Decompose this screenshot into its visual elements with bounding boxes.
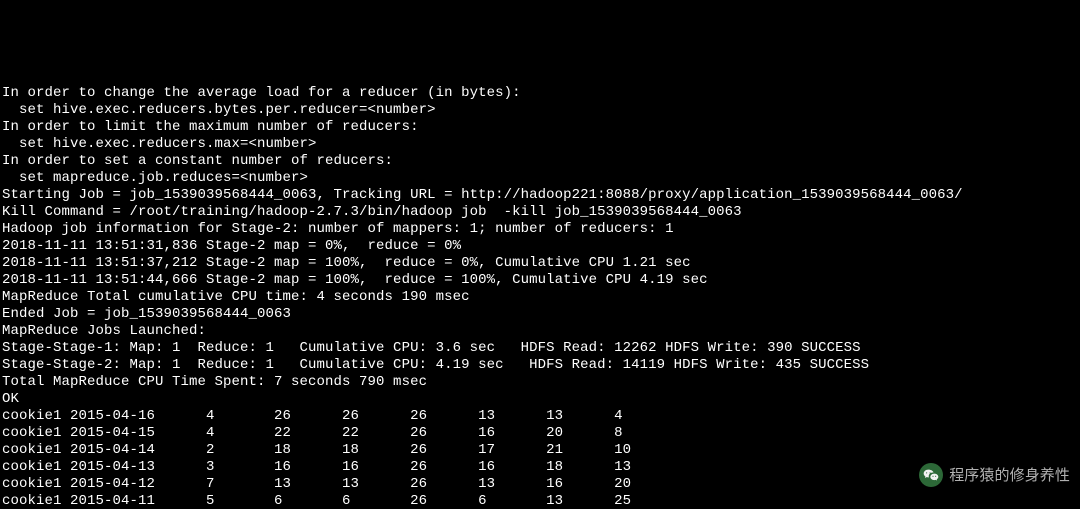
output-line: MapReduce Total cumulative CPU time: 4 s… — [2, 289, 470, 305]
output-line: In order to limit the maximum number of … — [2, 119, 419, 135]
output-line: Starting Job = job_1539039568444_0063, T… — [2, 187, 963, 203]
output-line: In order to change the average load for … — [2, 85, 521, 101]
output-line: MapReduce Jobs Launched: — [2, 323, 206, 339]
output-line: In order to set a constant number of red… — [2, 153, 393, 169]
output-line: Total MapReduce CPU Time Spent: 7 second… — [2, 374, 427, 390]
watermark-text: 程序猿的修身养性 — [949, 467, 1070, 484]
output-line: 2018-11-11 13:51:44,666 Stage-2 map = 10… — [2, 272, 708, 288]
result-row: cookie1 2015-04-14 2 18 18 26 17 21 10 — [2, 442, 631, 458]
output-line: Stage-Stage-1: Map: 1 Reduce: 1 Cumulati… — [2, 340, 861, 356]
output-line: 2018-11-11 13:51:37,212 Stage-2 map = 10… — [2, 255, 691, 271]
output-line: set hive.exec.reducers.bytes.per.reducer… — [2, 102, 436, 118]
output-line: OK — [2, 391, 19, 407]
result-row: cookie1 2015-04-15 4 22 22 26 16 20 8 — [2, 425, 623, 441]
output-line: Hadoop job information for Stage-2: numb… — [2, 221, 674, 237]
watermark: 程序猿的修身养性 — [919, 463, 1070, 487]
output-line: Stage-Stage-2: Map: 1 Reduce: 1 Cumulati… — [2, 357, 869, 373]
result-row: cookie1 2015-04-13 3 16 16 26 16 18 13 — [2, 459, 631, 475]
result-row: cookie1 2015-04-11 5 6 6 26 6 13 25 — [2, 493, 631, 509]
terminal-output[interactable]: In order to change the average load for … — [0, 68, 1080, 509]
output-line: Kill Command = /root/training/hadoop-2.7… — [2, 204, 742, 220]
output-line: set hive.exec.reducers.max=<number> — [2, 136, 317, 152]
output-line: Ended Job = job_1539039568444_0063 — [2, 306, 291, 322]
output-line: set mapreduce.job.reduces=<number> — [2, 170, 308, 186]
result-row: cookie1 2015-04-12 7 13 13 26 13 16 20 — [2, 476, 631, 492]
wechat-icon — [919, 463, 943, 487]
output-line: 2018-11-11 13:51:31,836 Stage-2 map = 0%… — [2, 238, 461, 254]
result-row: cookie1 2015-04-16 4 26 26 26 13 13 4 — [2, 408, 623, 424]
